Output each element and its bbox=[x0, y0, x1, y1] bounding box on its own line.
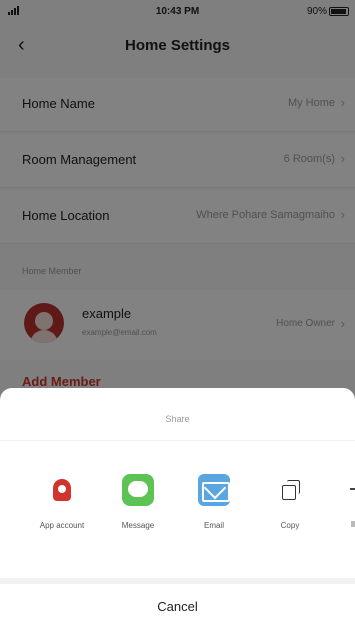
share-item-label: Copy bbox=[280, 521, 300, 530]
share-sheet-title: Share bbox=[165, 414, 190, 424]
share-sheet: Share App account Message Email Copy Can… bbox=[0, 388, 355, 635]
share-item-label: App account bbox=[39, 521, 85, 530]
share-app-account-button[interactable]: App account bbox=[30, 474, 94, 544]
share-item-label: Email bbox=[203, 521, 224, 530]
app-logo-icon bbox=[46, 474, 78, 506]
mail-icon bbox=[198, 474, 230, 506]
share-item-label: Message bbox=[121, 521, 155, 530]
share-message-button[interactable]: Message bbox=[106, 474, 170, 544]
share-email-button[interactable]: Email bbox=[182, 474, 246, 544]
message-icon bbox=[122, 474, 154, 506]
copy-icon bbox=[274, 474, 306, 506]
divider bbox=[0, 440, 355, 441]
cancel-button[interactable]: Cancel bbox=[0, 584, 355, 635]
share-copy-button[interactable]: Copy bbox=[258, 474, 322, 544]
more-share-option-edge[interactable] bbox=[344, 474, 355, 544]
